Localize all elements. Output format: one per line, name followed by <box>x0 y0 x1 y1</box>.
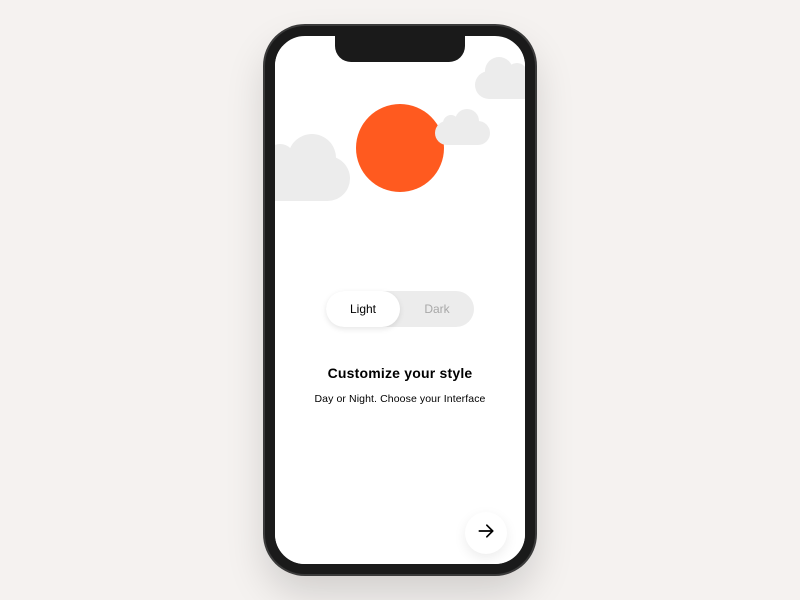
cloud-icon <box>475 71 535 99</box>
heading: Customize your style <box>295 365 505 381</box>
arrow-right-icon <box>476 521 496 546</box>
phone-notch <box>335 36 465 62</box>
phone-device-frame: Light Dark Customize your style Day or N… <box>265 26 535 574</box>
sun-icon <box>356 104 444 192</box>
theme-option-light[interactable]: Light <box>326 291 400 327</box>
onboarding-text: Customize your style Day or Night. Choos… <box>275 365 525 405</box>
next-button[interactable] <box>465 512 507 554</box>
theme-toggle-container: Light Dark <box>275 291 525 327</box>
cloud-icon <box>265 156 350 201</box>
app-screen: Light Dark Customize your style Day or N… <box>275 46 525 574</box>
cloud-icon <box>435 121 490 145</box>
sky-illustration <box>275 46 525 236</box>
theme-toggle[interactable]: Light Dark <box>326 291 474 327</box>
theme-option-dark[interactable]: Dark <box>400 291 474 327</box>
subheading: Day or Night. Choose your Interface <box>295 393 505 405</box>
